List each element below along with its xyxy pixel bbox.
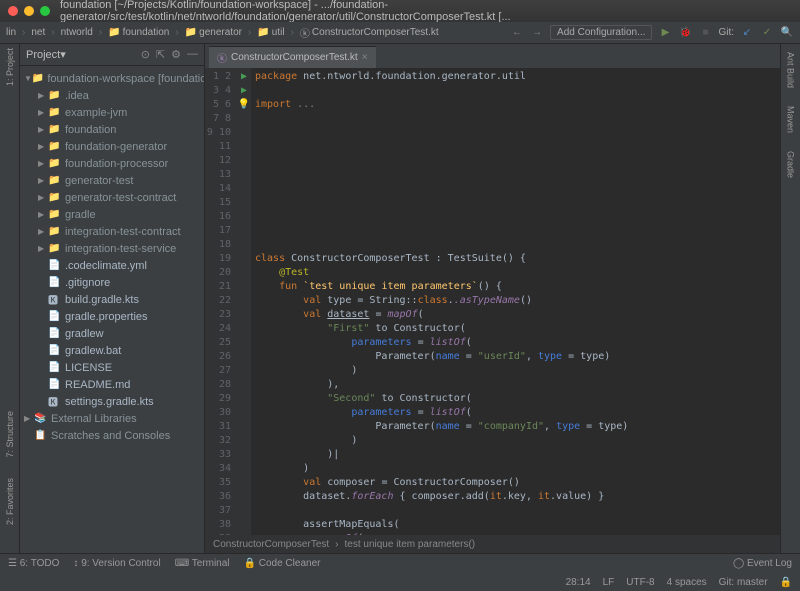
tree-folder[interactable]: generator-test-contract xyxy=(65,192,176,204)
navigation-toolbar: lin› net› ntworld› 📁 foundation› 📁 gener… xyxy=(0,22,800,44)
tree-folder[interactable]: integration-test-contract xyxy=(65,226,181,238)
breadcrumb-item[interactable]: 📁 util xyxy=(257,27,284,38)
crumb[interactable]: test unique item parameters() xyxy=(345,539,476,550)
code-editor[interactable]: package net.ntworld.foundation.generator… xyxy=(251,68,780,535)
back-icon[interactable]: ← xyxy=(510,26,524,40)
close-window-icon[interactable] xyxy=(8,6,18,16)
tree-root[interactable]: foundation-workspace [foundation xyxy=(47,73,204,85)
window-title: foundation [~/Projects/Kotlin/foundation… xyxy=(60,0,792,23)
window-titlebar: foundation [~/Projects/Kotlin/foundation… xyxy=(0,0,800,22)
rail-favorites[interactable]: 2: Favorites xyxy=(5,478,15,525)
tree-folder[interactable]: generator-test xyxy=(65,175,133,187)
status-cleaner[interactable]: 🔒 Code Cleaner xyxy=(244,558,321,569)
rail-structure[interactable]: 7: Structure xyxy=(5,411,15,458)
tree-folder[interactable]: gradle xyxy=(65,209,96,221)
caret-position[interactable]: 28:14 xyxy=(566,577,591,588)
debug-icon[interactable]: 🐞 xyxy=(678,26,692,40)
tree-scratches[interactable]: Scratches and Consoles xyxy=(51,430,170,442)
right-tool-rail: Ant Build Maven Gradle xyxy=(780,44,800,553)
stop-icon: ■ xyxy=(698,26,712,40)
breadcrumb-item[interactable]: ntworld xyxy=(61,27,93,38)
rail-ant[interactable]: Ant Build xyxy=(786,52,796,88)
status-terminal[interactable]: ⌨ Terminal xyxy=(175,558,230,569)
rail-maven[interactable]: Maven xyxy=(786,106,796,133)
tree-file[interactable]: gradle.properties xyxy=(65,311,148,323)
breadcrumb-item[interactable]: lin xyxy=(6,27,16,38)
lock-icon[interactable]: 🔒 xyxy=(780,577,792,588)
tree-file[interactable]: build.gradle.kts xyxy=(65,294,139,306)
search-icon[interactable]: 🔍 xyxy=(780,26,794,40)
fwd-icon[interactable]: → xyxy=(530,26,544,40)
sidebar-header: Project ▾ ⊙ ⇱ ⚙ — xyxy=(20,44,204,66)
tree-folder[interactable]: foundation xyxy=(65,124,116,136)
breadcrumb-item[interactable]: 📁 generator xyxy=(185,27,242,38)
locate-icon[interactable]: ⊙ xyxy=(141,48,150,61)
close-tab-icon[interactable]: × xyxy=(362,52,368,63)
tree-folder[interactable]: .idea xyxy=(65,90,89,102)
git-label: Git: xyxy=(718,27,734,38)
line-sep[interactable]: LF xyxy=(603,577,615,588)
git-branch[interactable]: Git: master xyxy=(719,577,768,588)
editor-tabs: ⓚ ConstructorComposerTest.kt × xyxy=(205,44,780,68)
left-tool-rail: 1: Project 7: Structure 2: Favorites xyxy=(0,44,20,553)
project-sidebar: Project ▾ ⊙ ⇱ ⚙ — ▼📁foundation-workspace… xyxy=(20,44,205,553)
run-icon[interactable]: ▶ xyxy=(658,26,672,40)
hide-icon[interactable]: — xyxy=(187,48,198,61)
tree-folder[interactable]: example-jvm xyxy=(65,107,127,119)
zoom-window-icon[interactable] xyxy=(40,6,50,16)
tree-file[interactable]: LICENSE xyxy=(65,362,112,374)
status-eventlog[interactable]: ◯ Event Log xyxy=(733,558,792,569)
sidebar-title[interactable]: Project xyxy=(26,49,60,61)
status-bar-2: 28:14 LF UTF-8 4 spaces Git: master 🔒 xyxy=(0,573,800,591)
git-commit-icon[interactable]: ✓ xyxy=(760,26,774,40)
tree-file[interactable]: gradlew xyxy=(65,328,104,340)
collapse-icon[interactable]: ⇱ xyxy=(156,48,165,61)
crumb[interactable]: ConstructorComposerTest xyxy=(213,539,329,550)
tree-folder[interactable]: foundation-generator xyxy=(65,141,167,153)
tree-folder[interactable]: integration-test-service xyxy=(65,243,176,255)
git-update-icon[interactable]: ↙ xyxy=(740,26,754,40)
line-gutter[interactable]: 1 2 3 4 5 6 7 8 9 10 11 12 13 14 15 16 1… xyxy=(205,68,237,535)
rail-project[interactable]: 1: Project xyxy=(5,48,15,86)
breadcrumb-item[interactable]: ⓚ ConstructorComposerTest.kt xyxy=(300,25,439,40)
encoding[interactable]: UTF-8 xyxy=(626,577,654,588)
window-controls xyxy=(8,6,50,16)
tree-file[interactable]: README.md xyxy=(65,379,130,391)
indent[interactable]: 4 spaces xyxy=(667,577,707,588)
tree-file[interactable]: .gitignore xyxy=(65,277,110,289)
tree-file[interactable]: settings.gradle.kts xyxy=(65,396,154,408)
gear-icon[interactable]: ⚙ xyxy=(171,48,181,61)
gutter-marks[interactable]: ▶ ▶ 💡 xyxy=(237,68,251,535)
status-todo[interactable]: ☰ 6: TODO xyxy=(8,558,59,569)
rail-gradle[interactable]: Gradle xyxy=(786,151,796,178)
breadcrumb-item[interactable]: 📁 foundation xyxy=(108,27,169,38)
tree-folder[interactable]: foundation-processor xyxy=(65,158,168,170)
breadcrumb-item[interactable]: net xyxy=(31,27,45,38)
project-tree[interactable]: ▼📁foundation-workspace [foundation ▶📁.id… xyxy=(20,66,204,448)
editor-area: ⓚ ConstructorComposerTest.kt × 1 2 3 4 5… xyxy=(205,44,780,553)
status-bar: ☰ 6: TODO ↕ 9: Version Control ⌨ Termina… xyxy=(0,553,800,573)
minimize-window-icon[interactable] xyxy=(24,6,34,16)
tree-file[interactable]: .codeclimate.yml xyxy=(65,260,147,272)
tree-external-libs[interactable]: External Libraries xyxy=(51,413,137,425)
status-vcs[interactable]: ↕ 9: Version Control xyxy=(73,558,160,569)
editor-breadcrumbs[interactable]: ConstructorComposerTest › test unique it… xyxy=(205,535,780,553)
run-config-dropdown[interactable]: Add Configuration... xyxy=(550,25,652,40)
tab-label: ConstructorComposerTest.kt xyxy=(231,52,358,63)
tree-file[interactable]: gradlew.bat xyxy=(65,345,121,357)
editor-tab[interactable]: ⓚ ConstructorComposerTest.kt × xyxy=(209,46,376,68)
